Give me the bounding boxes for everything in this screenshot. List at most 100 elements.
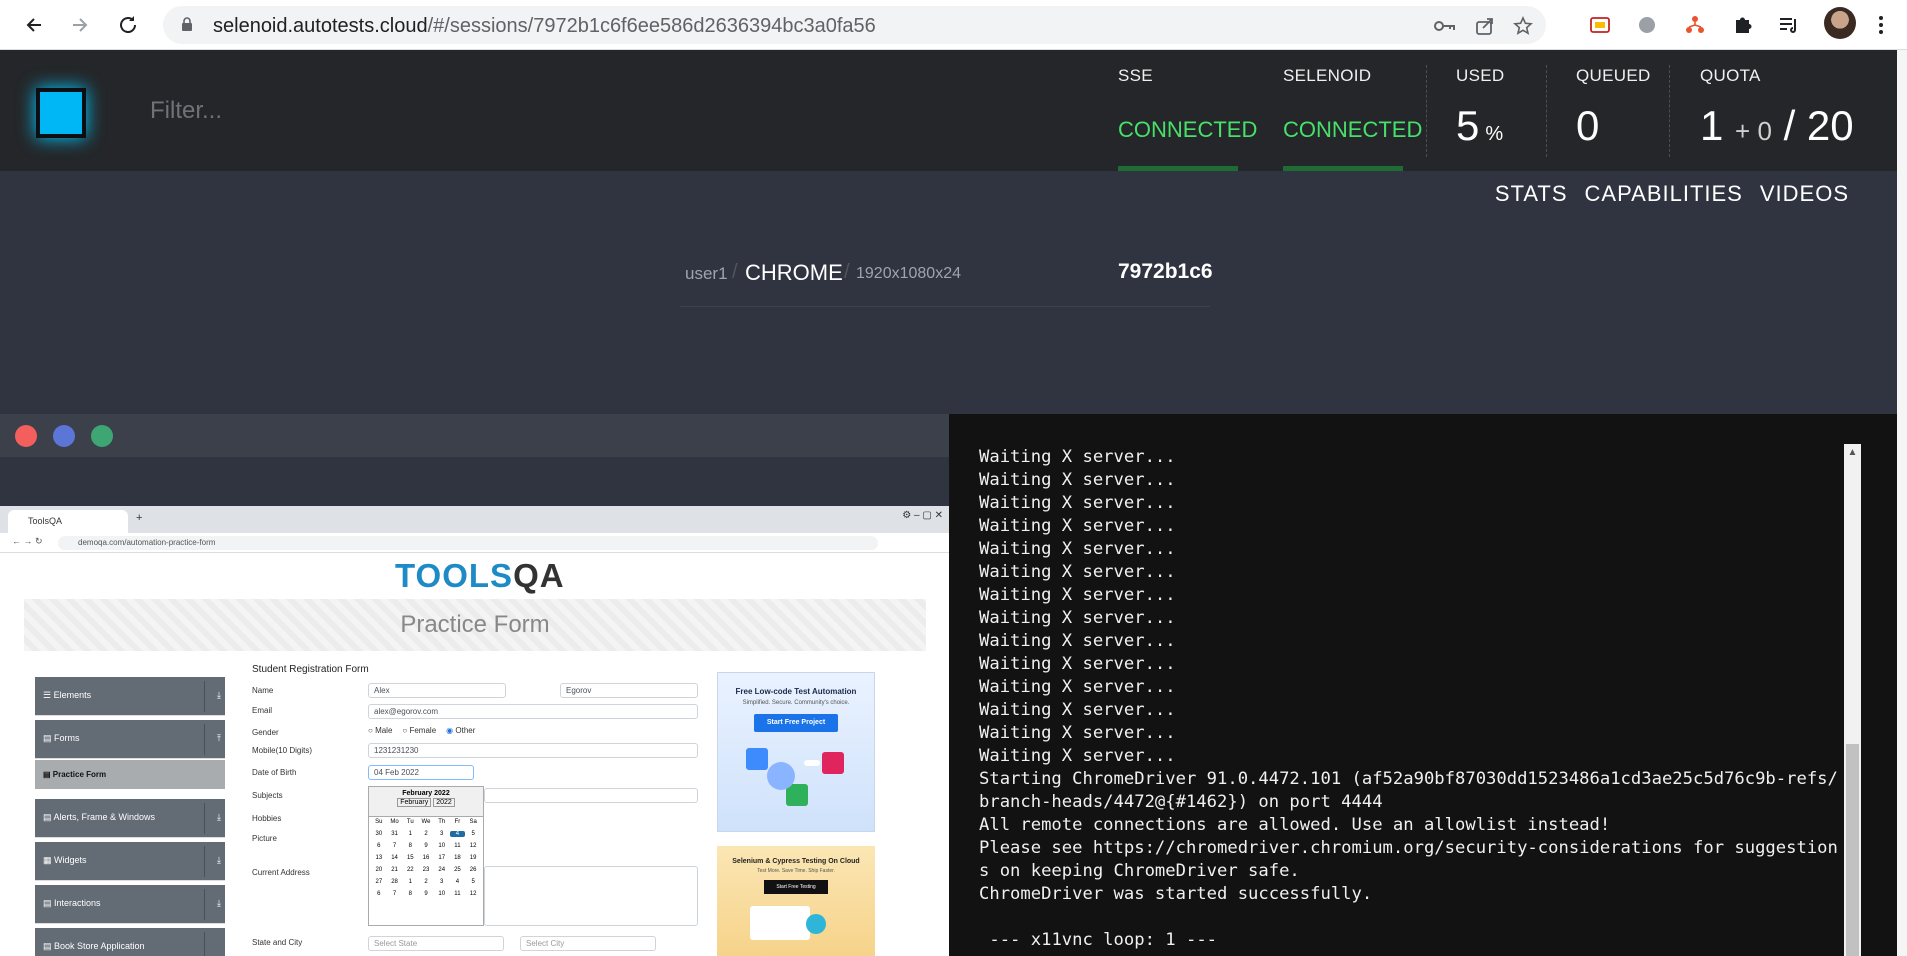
datepicker-day: 7 — [392, 843, 397, 849]
tab-videos[interactable]: VIDEOS — [1760, 181, 1849, 207]
profile-avatar[interactable] — [1824, 7, 1856, 39]
weekday-label: Tu — [406, 819, 414, 825]
subjects-field — [484, 788, 698, 803]
ad-lowcode-subtitle: Simplified. Secure. Community's choice. — [742, 700, 850, 706]
inner-tab: ToolsQA — [8, 510, 128, 533]
selenoid-header: Filter... SSE CONNECTED SELENOID CONNECT… — [0, 50, 1897, 171]
terminal-line: Waiting X server... — [979, 470, 1176, 490]
gender-label: Gender — [252, 728, 279, 737]
datepicker-grid: Su Mo Tu We Th Fr Sa 30 31 1 2 3 4 5 6 7 8 9 10 11 12 13 14 15 1… — [369, 817, 483, 899]
datepicker-month-title: February 2022 — [402, 790, 450, 797]
sidebar-item-widgets: ▦ Widgets ⤓ — [35, 842, 225, 881]
session-tabs: STATS CAPABILITIES VIDEOS — [1495, 181, 1849, 207]
extension-tree-icon[interactable] — [1680, 10, 1710, 40]
page-title: Practice Form — [400, 611, 550, 638]
datepicker-day: 22 — [406, 867, 414, 873]
datepicker-day: 6 — [377, 891, 381, 897]
terminal-line: Waiting X server... — [979, 493, 1176, 513]
datepicker-day: 3 — [440, 879, 444, 885]
datepicker-day: 10 — [438, 891, 446, 897]
sidebar-item-interactions: ▤ Interactions ⤓ — [35, 885, 225, 924]
datepicker-day: 23 — [422, 867, 430, 873]
first-name-field: Alex — [368, 683, 506, 698]
queued-label: QUEUED — [1576, 66, 1651, 85]
toolsqa-logo: TOOLSQA — [395, 557, 565, 594]
datepicker-day: 11 — [454, 843, 461, 849]
form-title: Student Registration Form — [252, 664, 369, 675]
terminal-line: All remote connections are allowed. Use … — [979, 815, 1611, 835]
terminal-line: --- x11vnc loop: 1 --- — [979, 930, 1218, 950]
mobile-field: 1231231230 — [368, 743, 698, 758]
ad-cloud-testing: Selenium & Cypress Testing On Cloud Test… — [717, 846, 875, 956]
weekday-label: Sa — [469, 819, 477, 825]
datepicker-day: 11 — [454, 891, 461, 897]
terminal-line: Waiting X server... — [979, 654, 1176, 674]
datepicker-header: February 2022 February 2022 — [369, 787, 483, 817]
tab-stats[interactable]: STATS — [1495, 181, 1568, 207]
minimize-dot[interactable] — [53, 425, 75, 447]
last-name-field: Egorov — [560, 683, 698, 698]
share-icon[interactable] — [1473, 14, 1497, 38]
selenoid-logo[interactable] — [36, 88, 86, 138]
datepicker-day: 13 — [375, 855, 383, 861]
vnc-padding — [0, 457, 949, 506]
quota-stat: QUOTA 1 + 0 / 20 — [1700, 50, 1880, 171]
dob-label: Date of Birth — [252, 768, 297, 777]
chrome-menu-icon[interactable] — [1866, 10, 1896, 40]
reading-list-icon[interactable] — [1774, 10, 1804, 40]
session-user: user1 — [685, 264, 728, 283]
puzzle-icon[interactable] — [1728, 10, 1758, 40]
datepicker-day: 25 — [454, 867, 461, 873]
close-dot[interactable] — [15, 425, 37, 447]
ad-cloud-title: Selenium & Cypress Testing On Cloud — [732, 858, 860, 865]
forward-icon[interactable] — [64, 9, 96, 41]
sidebar-item-elements: ☰ Elements ⤓ — [35, 677, 225, 716]
selenoid-label: SELENOID — [1283, 66, 1372, 85]
page-scrollbar[interactable] — [1897, 50, 1907, 956]
datepicker-day: 7 — [392, 891, 397, 897]
datepicker-day: 3 — [440, 831, 444, 837]
address-label: Current Address — [252, 868, 310, 877]
tab-capabilities[interactable]: CAPABILITIES — [1585, 181, 1743, 207]
radio-male: ○ Male — [368, 726, 393, 735]
session-resolution: 1920x1080x24 — [856, 265, 961, 282]
datepicker-day: 5 — [471, 879, 475, 885]
sidebar-item-book-store: ▤ Book Store Application — [35, 928, 225, 956]
datepicker-day: 9 — [424, 843, 428, 849]
used-value: 5% — [1456, 102, 1504, 149]
vnc-screen[interactable]: ToolsQA + ⚙ – ▢ ✕ ← → ↻ demoqa.com/autom… — [0, 506, 949, 956]
picture-label: Picture — [252, 834, 277, 843]
star-icon[interactable] — [1511, 14, 1535, 38]
extension-gray-icon[interactable] — [1632, 10, 1662, 40]
terminal-log[interactable]: Waiting X server... Waiting X server... Wa… — [949, 414, 1897, 956]
reload-icon[interactable] — [112, 9, 144, 41]
inner-nav-icons: ← → ↻ — [12, 536, 43, 546]
scroll-up-arrow-icon[interactable]: ▲ — [1844, 444, 1861, 461]
datepicker-day: 15 — [406, 855, 414, 861]
city-select: Select City — [520, 936, 656, 951]
datepicker-day: 28 — [391, 879, 398, 885]
divider — [1426, 65, 1427, 157]
datepicker-day: 6 — [377, 843, 381, 849]
subjects-label: Subjects — [252, 791, 283, 800]
back-icon[interactable] — [18, 9, 50, 41]
ad-illustration-icon — [746, 748, 844, 806]
sse-value: CONNECTED — [1118, 117, 1258, 142]
filter-input[interactable]: Filter... — [150, 97, 222, 125]
radio-female: ○ Female — [402, 726, 437, 735]
terminal-line: Waiting X server... — [979, 723, 1176, 743]
datepicker-day: 1 — [408, 831, 412, 837]
terminal-line: Waiting X server... — [979, 677, 1176, 697]
datepicker-day: 12 — [469, 843, 477, 849]
terminal-scroll-thumb[interactable] — [1846, 744, 1859, 956]
datepicker-day: 16 — [422, 855, 430, 861]
quota-value: 1 + 0 / 20 — [1700, 102, 1854, 149]
address-field — [484, 866, 698, 926]
key-icon[interactable] — [1433, 14, 1457, 38]
new-tab-icon: + — [136, 512, 143, 524]
address-bar[interactable]: selenoid.autotests.cloud/#/sessions/7972… — [163, 6, 1546, 44]
cast-icon[interactable] — [1585, 10, 1615, 40]
datepicker-day: 9 — [424, 891, 428, 897]
fullscreen-dot[interactable] — [91, 425, 113, 447]
ad-cloud-illustration-icon — [750, 906, 826, 940]
